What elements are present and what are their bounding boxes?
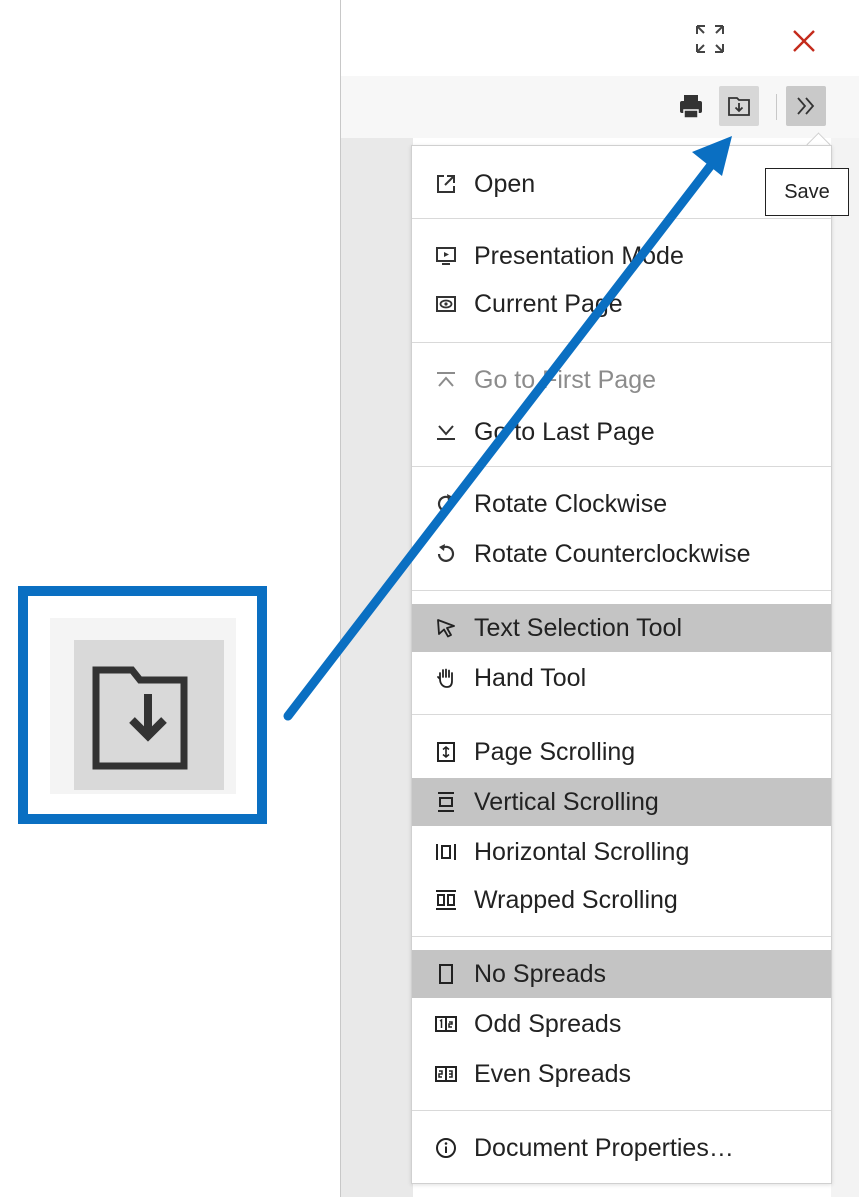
callout-save-button [74,640,224,790]
menu-item-label: Presentation Mode [474,241,684,270]
menu-item-label: Current Page [474,289,623,318]
secondary-toolbar-menu: Open Presentation Mode Current Page Go t… [411,145,832,1184]
menu-item-label: Wrapped Scrolling [474,885,678,914]
menu-item-go-to-last-page[interactable]: Go to Last Page [412,408,831,456]
menu-item-rotate-clockwise[interactable]: Rotate Clockwise [412,480,831,528]
odd-spreads-icon [432,1010,460,1038]
menu-item-label: Vertical Scrolling [474,787,659,816]
save-icon [728,97,750,116]
info-icon [432,1134,460,1162]
menu-divider [412,342,831,343]
menu-item-label: Rotate Clockwise [474,489,668,518]
menu-item-presentation-mode[interactable]: Presentation Mode [412,232,831,280]
rotate-counterclockwise-icon [432,540,460,568]
eye-icon [432,290,460,318]
presentation-icon [432,242,460,270]
even-spreads-icon [432,1060,460,1088]
menu-item-label: Text Selection Tool [474,613,682,642]
print-icon [680,95,702,119]
document-area [341,138,413,1197]
menu-item-no-spreads[interactable]: No Spreads [412,950,831,998]
menu-item-label: No Spreads [474,959,607,988]
print-button[interactable] [671,86,711,126]
menu-item-label: Horizontal Scrolling [474,837,690,866]
cursor-icon [432,614,460,642]
menu-item-label: Go to Last Page [474,417,655,446]
menu-item-document-properties[interactable]: Document Properties… [412,1124,831,1172]
fullscreen-button[interactable] [693,22,727,56]
menu-item-label: Go to First Page [474,365,657,394]
menu-item-horizontal-scrolling[interactable]: Horizontal Scrolling [412,828,831,876]
vertical-scroll-icon [432,788,460,816]
close-icon [793,30,815,52]
toolbar [341,76,859,138]
scrollbar-track[interactable] [831,138,859,1197]
save-button[interactable] [719,86,759,126]
menu-divider [412,466,831,467]
menu-divider [412,218,831,219]
menu-item-current-page[interactable]: Current Page [412,280,831,328]
double-chevron-right-icon [797,97,815,115]
menu-item-rotate-counterclockwise[interactable]: Rotate Counterclockwise [412,530,831,578]
menu-divider [412,936,831,937]
menu-item-label: Rotate Counterclockwise [474,539,751,568]
zoom-callout [18,586,267,824]
menu-divider [412,714,831,715]
menu-item-page-scrolling[interactable]: Page Scrolling [412,728,831,776]
menu-item-hand-tool[interactable]: Hand Tool [412,654,831,702]
menu-item-vertical-scrolling[interactable]: Vertical Scrolling [412,778,831,826]
last-page-icon [432,418,460,446]
menu-item-go-to-first-page[interactable]: Go to First Page [412,356,831,404]
menu-item-label: Even Spreads [474,1059,632,1088]
close-button[interactable] [789,22,819,58]
no-spreads-icon [432,960,460,988]
menu-item-label: Odd Spreads [474,1009,622,1038]
menu-item-even-spreads[interactable]: Even Spreads [412,1050,831,1098]
open-external-icon [432,170,460,198]
first-page-icon [432,366,460,394]
menu-item-wrapped-scrolling[interactable]: Wrapped Scrolling [412,876,831,924]
toolbar-separator [776,94,777,120]
menu-item-label: Hand Tool [474,663,587,692]
menu-item-odd-spreads[interactable]: Odd Spreads [412,1000,831,1048]
horizontal-scroll-icon [432,838,460,866]
menu-item-label: Open [474,169,536,198]
callout-background [50,618,236,794]
save-icon [92,666,188,770]
menu-item-label: Document Properties… [474,1133,734,1162]
title-bar [341,0,859,76]
fullscreen-icon [696,25,724,53]
menu-item-text-selection-tool[interactable]: Text Selection Tool [412,604,831,652]
menu-item-label: Page Scrolling [474,737,636,766]
wrapped-scroll-icon [432,886,460,914]
rotate-clockwise-icon [432,490,460,518]
save-tooltip: Save [765,168,849,216]
menu-divider [412,590,831,591]
hand-icon [432,664,460,692]
more-tools-button[interactable] [786,86,826,126]
menu-divider [412,1110,831,1111]
page-scroll-icon [432,738,460,766]
